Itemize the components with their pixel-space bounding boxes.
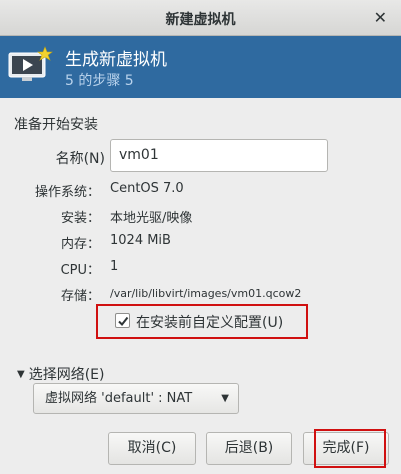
back-button[interactable]: 后退(B) bbox=[206, 432, 292, 465]
storage-value: /var/lib/libvirt/images/vm01.qcow2 bbox=[110, 287, 302, 300]
name-label: 名称(N) bbox=[55, 151, 105, 167]
expander-down-icon: ▼ bbox=[17, 369, 25, 380]
finish-highlight-box bbox=[314, 429, 386, 468]
dropdown-arrow-icon: ▼ bbox=[221, 393, 229, 404]
vm-monitor-star-icon bbox=[8, 46, 53, 81]
section-title: 准备开始安装 bbox=[14, 117, 98, 133]
storage-label: 存储： bbox=[60, 289, 100, 304]
wizard-step-indicator: 5 的步骤 5 bbox=[65, 73, 134, 89]
os-value: CentOS 7.0 bbox=[110, 181, 184, 196]
window-title: 新建虚拟机 bbox=[165, 12, 236, 28]
cancel-button[interactable]: 取消(C) bbox=[108, 432, 196, 465]
close-icon[interactable]: ✕ bbox=[374, 8, 387, 27]
network-expander[interactable]: ▼ 选择网络(E) bbox=[17, 364, 104, 384]
wizard-header: 生成新虚拟机 5 的步骤 5 bbox=[0, 36, 401, 98]
customize-label[interactable]: 在安装前自定义配置(U) bbox=[136, 312, 283, 332]
install-label: 安装： bbox=[60, 211, 100, 226]
checkmark-icon bbox=[118, 316, 129, 327]
network-expander-label: 选择网络(E) bbox=[28, 367, 105, 383]
memory-label: 内存： bbox=[60, 237, 100, 252]
install-value: 本地光驱/映像 bbox=[110, 211, 193, 226]
os-label: 操作系统： bbox=[34, 185, 100, 200]
cpu-label: CPU： bbox=[60, 263, 100, 278]
customize-checkbox[interactable] bbox=[115, 313, 130, 328]
cpu-value: 1 bbox=[110, 259, 119, 274]
memory-value: 1024 MiB bbox=[110, 233, 171, 248]
network-select-value: 虚拟网络 'default' : NAT bbox=[45, 391, 193, 406]
window-titlebar: 新建虚拟机 ✕ bbox=[0, 0, 401, 36]
network-select[interactable]: 虚拟网络 'default' : NAT ▼ bbox=[33, 383, 239, 414]
name-input[interactable]: vm01 bbox=[110, 139, 328, 172]
wizard-title: 生成新虚拟机 bbox=[65, 50, 167, 70]
